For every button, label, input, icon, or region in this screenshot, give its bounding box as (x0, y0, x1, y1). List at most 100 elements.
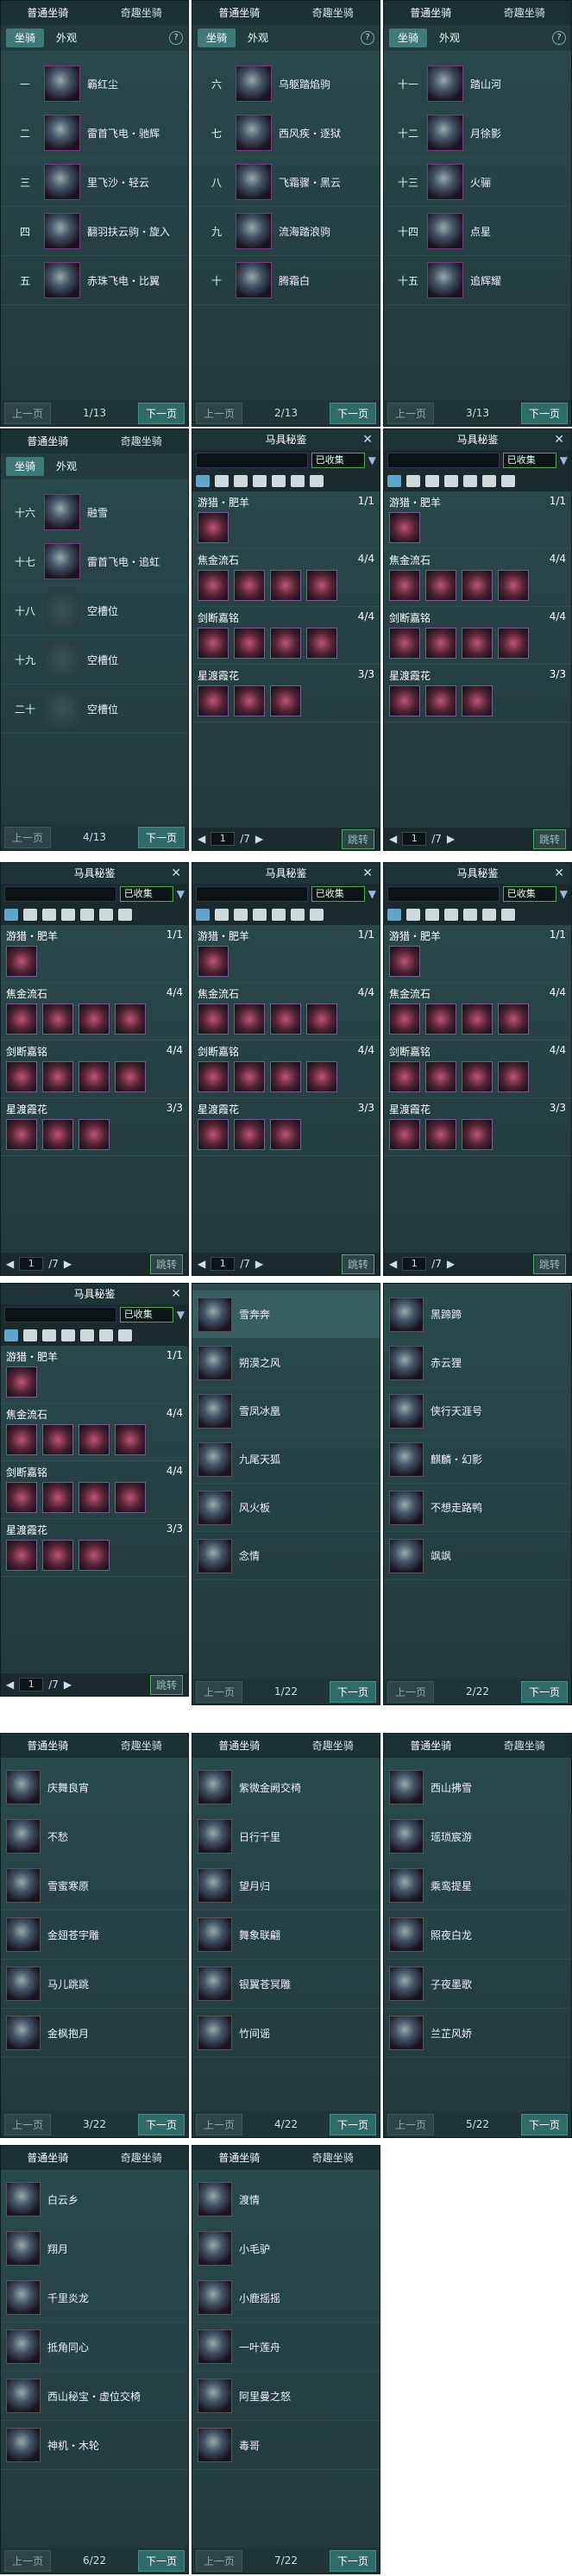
prev-page-button[interactable]: 上一页 (196, 2113, 243, 2135)
fun-mount-row[interactable]: 日行千里 (192, 1812, 380, 1861)
tab-normal-mount[interactable]: 普通坐骑 (384, 1734, 478, 1758)
saddle-item-icon[interactable] (498, 570, 529, 601)
category-icon[interactable] (234, 909, 248, 921)
close-icon[interactable]: ✕ (171, 863, 181, 884)
category-icon[interactable] (387, 909, 401, 921)
saddle-item-icon[interactable] (198, 1119, 229, 1150)
category-icon[interactable] (99, 909, 113, 921)
category-icon[interactable] (42, 1329, 56, 1341)
prev-page-button[interactable]: 上一页 (196, 2549, 243, 2572)
category-icon[interactable] (310, 909, 324, 921)
category-icon[interactable] (4, 1329, 18, 1341)
next-page-button[interactable]: 下一页 (137, 2113, 185, 2135)
category-icon[interactable] (482, 475, 496, 487)
help-icon[interactable]: ? (169, 31, 183, 45)
saddle-item-icon[interactable] (462, 628, 493, 659)
page-input[interactable]: 1 (402, 832, 427, 846)
fun-mount-row[interactable]: 黑蹄蹄 (384, 1291, 571, 1339)
fun-mount-row[interactable]: 小鹿摇摇 (192, 2273, 380, 2323)
fun-mount-row[interactable]: 白云乡 (1, 2175, 188, 2224)
fun-mount-row[interactable]: 不想走路鸭 (384, 1484, 571, 1532)
saddle-item-icon[interactable] (306, 628, 337, 659)
saddle-item-icon[interactable] (425, 1119, 456, 1150)
mount-row[interactable]: 一 霸红尘 (1, 59, 188, 109)
jump-button[interactable]: 跳转 (341, 828, 374, 849)
tab-appearance[interactable]: 外观 (47, 457, 85, 476)
mount-row[interactable]: 十六 融雪 (1, 488, 188, 537)
saddle-item-icon[interactable] (270, 685, 301, 716)
fun-mount-row[interactable]: 抵角同心 (1, 2323, 188, 2372)
saddle-item-icon[interactable] (6, 1119, 37, 1150)
fun-mount-row[interactable]: 兰芷风娇 (384, 2009, 571, 2058)
mount-row[interactable]: 六 乌躯踏焰驹 (192, 59, 380, 109)
tab-normal-mount[interactable]: 普通坐骑 (192, 1734, 286, 1758)
tab-mount[interactable]: 坐骑 (6, 28, 45, 47)
category-icon[interactable] (482, 909, 496, 921)
tab-fun-mount[interactable]: 奇趣坐骑 (286, 2146, 380, 2170)
saddle-item-icon[interactable] (198, 1004, 229, 1035)
fun-mount-row[interactable]: 子夜墨歌 (384, 1960, 571, 2009)
mount-row[interactable]: 二十 空槽位 (1, 685, 188, 734)
category-icon[interactable] (215, 909, 229, 921)
saddle-item-icon[interactable] (270, 570, 301, 601)
saddle-item-icon[interactable] (425, 685, 456, 716)
saddle-item-icon[interactable] (498, 628, 529, 659)
saddle-item-icon[interactable] (389, 570, 420, 601)
next-arrow-icon[interactable]: ▶ (64, 1679, 72, 1691)
saddle-item-icon[interactable] (42, 1119, 73, 1150)
prev-page-button[interactable]: 上一页 (4, 402, 52, 424)
category-icon[interactable] (215, 475, 229, 487)
tab-fun-mount[interactable]: 奇趣坐骑 (95, 2146, 189, 2170)
saddle-item-icon[interactable] (389, 628, 420, 659)
saddle-item-icon[interactable] (462, 1119, 493, 1150)
saddle-item-icon[interactable] (234, 685, 265, 716)
prev-arrow-icon[interactable]: ◀ (389, 1258, 397, 1270)
tab-normal-mount[interactable]: 普通坐骑 (1, 1734, 95, 1758)
category-icon[interactable] (387, 475, 401, 487)
saddle-item-icon[interactable] (234, 1061, 265, 1092)
saddle-item-icon[interactable] (270, 628, 301, 659)
mount-row[interactable]: 九 流海踏浪驹 (192, 207, 380, 256)
category-icon[interactable] (42, 909, 56, 921)
saddle-item-icon[interactable] (234, 1119, 265, 1150)
prev-arrow-icon[interactable]: ◀ (6, 1679, 14, 1691)
mount-row[interactable]: 二 雷首飞电・驰辉 (1, 109, 188, 158)
fun-mount-row[interactable]: 念情 (192, 1532, 380, 1580)
saddle-item-icon[interactable] (462, 570, 493, 601)
tab-normal-mount[interactable]: 普通坐骑 (1, 2146, 95, 2170)
category-icon[interactable] (291, 909, 305, 921)
next-arrow-icon[interactable]: ▶ (447, 1258, 455, 1270)
tab-normal-mount[interactable]: 普通坐骑 (384, 1, 478, 25)
mount-row[interactable]: 十八 空槽位 (1, 586, 188, 635)
collected-filter-dropdown[interactable]: 已收集 (119, 1307, 173, 1322)
tab-fun-mount[interactable]: 奇趣坐骑 (95, 429, 189, 453)
fun-mount-row[interactable]: 朔漠之风 (192, 1339, 380, 1387)
close-icon[interactable]: ✕ (362, 429, 373, 450)
saddle-item-icon[interactable] (198, 946, 229, 977)
fun-mount-row[interactable]: 西山秘宝・虚位交椅 (1, 2372, 188, 2421)
collected-filter-dropdown[interactable]: 已收集 (119, 886, 173, 902)
saddle-item-icon[interactable] (198, 512, 229, 543)
mount-row[interactable]: 五 赤珠飞电・比翼 (1, 256, 188, 305)
filter-icon[interactable]: ▼ (560, 454, 568, 466)
tab-mount[interactable]: 坐骑 (6, 457, 45, 476)
tab-normal-mount[interactable]: 普通坐骑 (192, 1, 286, 25)
saddle-item-icon[interactable] (234, 1004, 265, 1035)
category-icon[interactable] (406, 909, 420, 921)
next-page-button[interactable]: 下一页 (329, 402, 376, 424)
saddle-item-icon[interactable] (270, 1119, 301, 1150)
category-icon[interactable] (253, 909, 267, 921)
fun-mount-row[interactable]: 瑶琐宸游 (384, 1812, 571, 1861)
category-icon[interactable] (425, 475, 439, 487)
saddle-item-icon[interactable] (115, 1004, 146, 1035)
filter-icon[interactable]: ▼ (368, 454, 376, 466)
next-page-button[interactable]: 下一页 (137, 2549, 185, 2572)
saddle-item-icon[interactable] (6, 1540, 37, 1571)
saddle-item-icon[interactable] (270, 1004, 301, 1035)
jump-button[interactable]: 跳转 (532, 828, 566, 849)
fun-mount-row[interactable]: 渡情 (192, 2175, 380, 2224)
tab-fun-mount[interactable]: 奇趣坐骑 (286, 1, 380, 25)
saddle-item-icon[interactable] (425, 570, 456, 601)
saddle-item-icon[interactable] (198, 685, 229, 716)
mount-row[interactable]: 十三 火骊 (384, 158, 571, 207)
